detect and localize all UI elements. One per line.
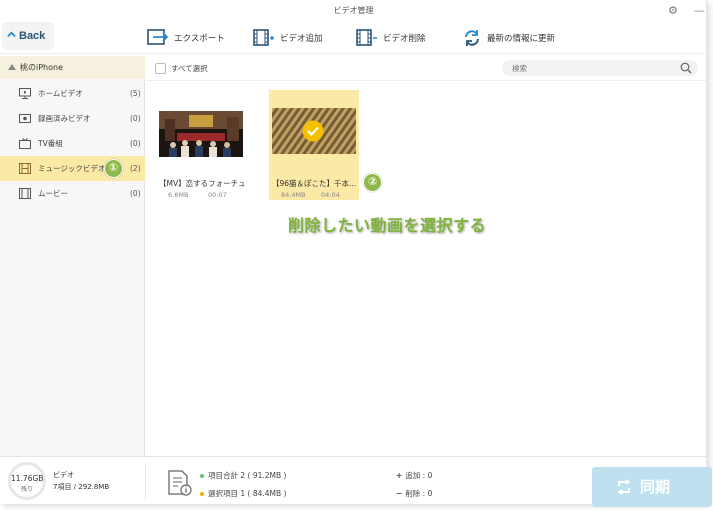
sidebar-item-count: (2) xyxy=(130,164,141,173)
sidebar-item-label: TV番組 xyxy=(38,139,63,148)
gear-icon[interactable]: ⚙ xyxy=(668,4,682,18)
sidebar-item-label: 録画済みビデオ xyxy=(38,114,91,123)
back-label: Back xyxy=(19,30,46,42)
sidebar-item-label: ミュージックビデオ xyxy=(38,164,106,173)
sidebar-item-label: ムービー xyxy=(38,189,68,198)
plus-icon: + xyxy=(396,471,403,480)
video-item[interactable]: 【MV】恋するフォーチュン... 6.8MB 00:07 xyxy=(156,90,246,200)
refresh-label: 最新の情報に更新 xyxy=(487,34,556,44)
device-name: 桃のiPhone xyxy=(20,63,64,72)
step-badge-1: ① xyxy=(104,159,123,178)
video-item-selected[interactable]: 【96猫＆ぽこた】千本... 84.4MB 04:04 xyxy=(269,90,359,200)
storage-sub: 残り xyxy=(20,486,33,493)
storage-type: ビデオ xyxy=(53,471,74,479)
film-icon xyxy=(19,188,31,199)
sync-button[interactable]: 同期 xyxy=(592,467,712,507)
checkmark-icon xyxy=(302,120,324,142)
storage-count: 7項目 / 292.8MB xyxy=(53,483,110,491)
video-size: 6.8MB xyxy=(168,191,189,199)
selected-dot xyxy=(200,492,204,496)
back-button[interactable]: Back xyxy=(2,22,54,50)
select-all-checkbox[interactable] xyxy=(155,63,166,74)
delete-video-label: ビデオ削除 xyxy=(383,34,426,44)
monitor-icon xyxy=(19,88,31,99)
sidebar-item-count: (0) xyxy=(130,114,141,123)
toolbar: Back エクスポート ビデオ追加 ビデオ削除 最新の情報に更新 xyxy=(0,22,706,54)
sidebar-item-count: (5) xyxy=(130,89,141,98)
minus-icon: − xyxy=(396,489,403,498)
delete-count-label: 削除 : 0 xyxy=(405,489,433,498)
refresh-icon xyxy=(465,30,479,46)
video-thumbnail xyxy=(159,111,243,157)
annotation-text: 削除したい動画を選択する xyxy=(288,216,487,235)
total-label: 項目合計 2 ( 91.2MB ) xyxy=(208,471,287,480)
sidebar-item-recorded-video[interactable]: 録画済みビデオ (0) xyxy=(0,106,145,131)
window-title: ビデオ管理 xyxy=(333,6,374,15)
storage-size: 11.76GB xyxy=(11,474,44,483)
sidebar-item-home-video[interactable]: ホームビデオ (5) xyxy=(0,81,145,106)
music-video-icon xyxy=(19,163,31,174)
home-arrow-icon xyxy=(7,31,16,38)
sync-label: 同期 xyxy=(640,478,671,496)
collapse-triangle-icon[interactable] xyxy=(8,64,16,70)
add-video-button[interactable]: ビデオ追加 xyxy=(253,26,323,50)
sidebar-item-count: (0) xyxy=(130,139,141,148)
export-icon xyxy=(147,29,169,45)
total-dot xyxy=(200,474,204,478)
sidebar: 桃のiPhone ホームビデオ (5) 録画済みビデオ (0) TV番組 (0)… xyxy=(0,56,145,456)
storage-ring: 11.76GB 残り xyxy=(8,462,46,500)
device-header[interactable]: 桃のiPhone xyxy=(0,56,145,79)
select-bar: すべて選択 xyxy=(146,56,706,81)
tv-icon xyxy=(19,138,31,149)
video-duration: 00:07 xyxy=(208,191,227,199)
video-grid-panel: すべて選択 検索 【MV】恋するフォーチュ 6.8MB 00:07 【96猫＆ぽ… xyxy=(146,56,706,456)
export-label: エクスポート xyxy=(174,34,225,44)
video-title: 【96猫＆ぽこた】千本... xyxy=(272,179,357,188)
sidebar-item-tv[interactable]: TV番組 (0) xyxy=(0,131,145,156)
select-all-label[interactable]: すべて選択 xyxy=(171,56,208,81)
sidebar-item-count: (0) xyxy=(130,189,141,198)
document-info-icon xyxy=(168,470,192,496)
add-count: + 追加 : 0 xyxy=(396,470,432,481)
sidebar-item-music-video[interactable]: ミュージックビデオ (2) ① xyxy=(0,156,145,181)
video-duration: 04:04 xyxy=(321,191,340,199)
sidebar-item-movie[interactable]: ムービー (0) xyxy=(0,181,145,206)
delete-video-icon xyxy=(356,29,377,46)
add-count-label: 追加 : 0 xyxy=(405,471,433,480)
search-input[interactable] xyxy=(502,60,698,76)
delete-count: − 削除 : 0 xyxy=(396,488,432,499)
video-title: 【MV】恋するフォーチュン... xyxy=(159,179,245,188)
video-size: 84.4MB xyxy=(281,191,306,199)
sync-icon xyxy=(617,479,631,495)
selected-label: 選択項目 1 ( 84.4MB ) xyxy=(208,489,287,498)
export-button[interactable]: エクスポート xyxy=(147,26,225,50)
add-video-icon xyxy=(253,29,274,46)
app-window: ビデオ管理 ⚙ — Back エクスポート ビデオ追加 ビデオ削除 最新の情報に… xyxy=(0,0,707,504)
step-badge-2: ② xyxy=(363,173,382,192)
refresh-button[interactable]: 最新の情報に更新 xyxy=(462,26,555,50)
selected-items: 選択項目 1 ( 84.4MB ) xyxy=(200,488,286,499)
minimize-button[interactable]: — xyxy=(694,4,706,18)
total-items: 項目合計 2 ( 91.2MB ) xyxy=(200,470,286,481)
sidebar-item-label: ホームビデオ xyxy=(38,89,83,98)
delete-video-button[interactable]: ビデオ削除 xyxy=(356,26,426,50)
search-icon[interactable] xyxy=(680,62,692,74)
divider xyxy=(145,463,146,499)
add-video-label: ビデオ追加 xyxy=(280,34,323,44)
record-icon xyxy=(19,114,31,123)
